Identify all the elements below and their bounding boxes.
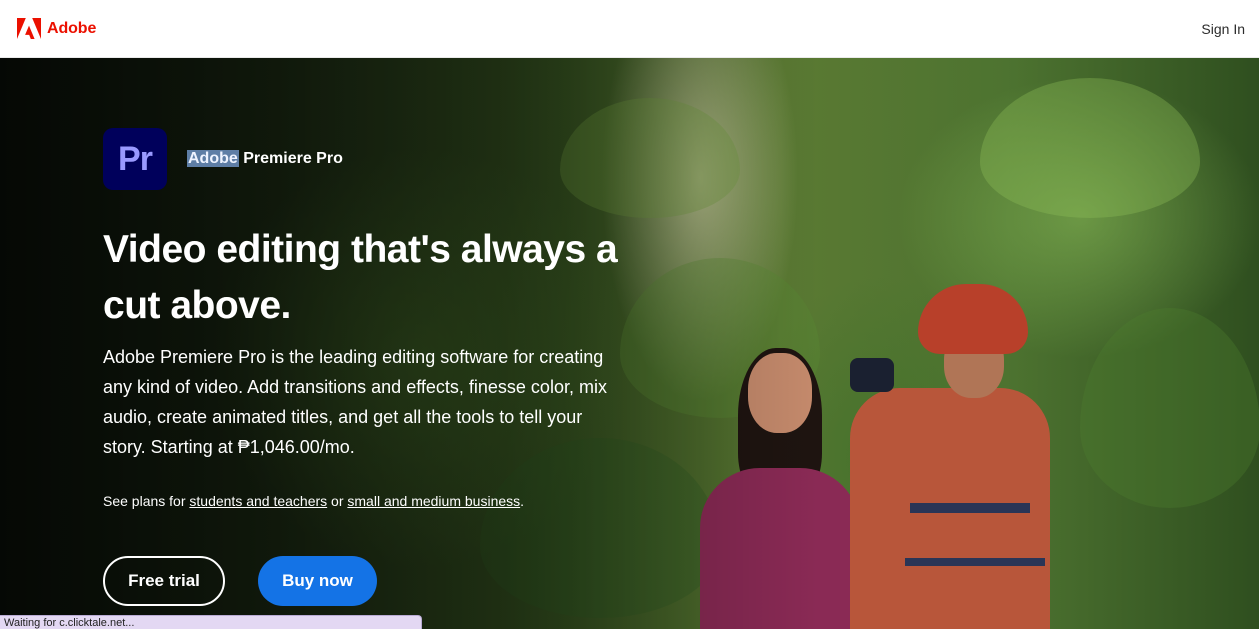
cta-group: Free trial Buy now — [103, 556, 377, 606]
adobe-logo-icon — [17, 17, 41, 39]
free-trial-button[interactable]: Free trial — [103, 556, 225, 606]
hero-description: Adobe Premiere Pro is the leading editin… — [103, 347, 607, 457]
buy-now-button[interactable]: Buy now — [258, 556, 377, 606]
plans-suffix: . — [520, 493, 525, 509]
business-link[interactable]: small and medium business — [347, 493, 520, 509]
product-name-highlight: Adobe — [187, 150, 239, 167]
adobe-logo-link[interactable]: Adobe — [17, 17, 97, 40]
plans-text: See plans for students and teachers or s… — [103, 492, 623, 510]
product-name-rest: Premiere Pro — [238, 150, 343, 167]
hero-section: Pr Adobe Premiere Pro Video editing that… — [0, 58, 1259, 629]
sign-in-link[interactable]: Sign In — [1201, 21, 1245, 37]
browser-status-bar: Waiting for c.clicktale.net... — [0, 615, 422, 629]
plans-prefix: See plans for — [103, 493, 190, 509]
global-nav: Adobe Sign In — [0, 0, 1259, 58]
product-name: Adobe Premiere Pro — [187, 150, 343, 168]
brand-name: Adobe — [47, 19, 97, 37]
students-teachers-link[interactable]: students and teachers — [189, 493, 327, 509]
hero-headline: Video editing that's always a cut above. — [103, 228, 618, 327]
product-lockup: Pr Adobe Premiere Pro — [103, 128, 623, 190]
premiere-pro-icon: Pr — [103, 128, 167, 190]
hero-content: Pr Adobe Premiere Pro Video editing that… — [103, 128, 623, 510]
plans-or: or — [327, 493, 348, 509]
